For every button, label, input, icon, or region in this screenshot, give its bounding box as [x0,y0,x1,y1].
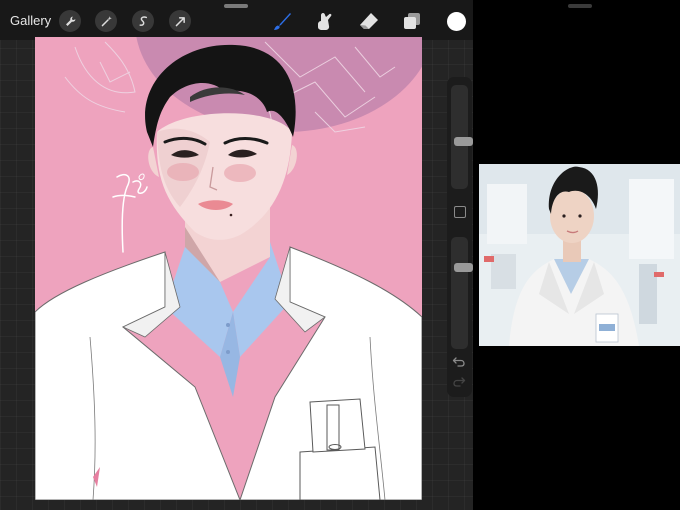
redo-button[interactable] [452,375,466,389]
color-swatch[interactable] [447,12,466,31]
reference-grabber[interactable] [568,4,592,8]
opacity-slider[interactable] [451,237,473,349]
modify-square-button[interactable] [454,206,466,218]
brush-size-thumb[interactable] [454,137,473,147]
smudge-icon [318,13,332,30]
transform-button[interactable] [169,10,191,32]
layers-icon [404,13,420,29]
magic-wand-icon [101,15,112,26]
undo-icon [452,357,465,367]
procreate-app: Gallery [0,0,473,510]
reference-pane [473,0,680,510]
reference-image [479,164,680,346]
adjustments-button[interactable] [95,10,117,32]
opacity-thumb[interactable] [454,263,473,273]
eraser-button[interactable] [358,10,380,32]
drawing-canvas[interactable] [35,37,422,500]
eraser-icon [360,13,378,29]
reference-photo [479,164,680,346]
top-toolbar: Gallery [0,0,473,40]
gallery-button[interactable]: Gallery [10,13,51,28]
redo-icon [453,377,466,387]
selection-button[interactable] [132,10,154,32]
layers-button[interactable] [401,10,423,32]
transform-arrow-icon [175,16,185,26]
multitask-grabber[interactable] [224,4,248,8]
brush-button[interactable] [271,10,293,32]
brush-icon [274,13,291,30]
smudge-button[interactable] [314,10,336,32]
brush-sidebar [447,77,473,397]
undo-button[interactable] [452,355,466,369]
selection-icon [139,15,147,26]
actions-button[interactable] [59,10,81,32]
artwork-illustration [35,37,422,500]
brush-size-slider[interactable] [451,85,473,189]
wrench-icon [65,16,75,26]
